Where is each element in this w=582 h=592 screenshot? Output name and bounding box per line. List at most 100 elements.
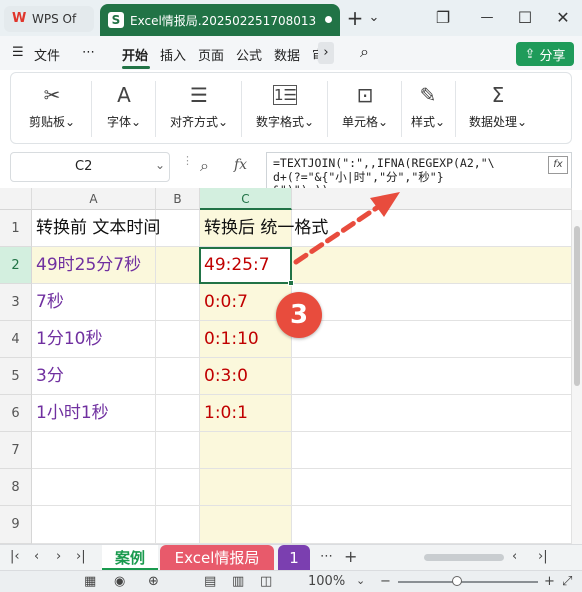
spreadsheet-grid[interactable]: A B C 1 2 3 4 5 6 7 8 9 转换前 文本时间 转换后 统一格… — [0, 188, 582, 544]
new-tab-button[interactable]: + — [344, 6, 366, 30]
next-sheet-icon[interactable]: › — [56, 549, 61, 564]
row-header-5[interactable]: 5 — [0, 358, 32, 395]
insert-function-button[interactable]: fx — [234, 157, 247, 173]
cell-d8[interactable] — [292, 469, 572, 506]
scroll-right-icon[interactable]: ›| — [538, 549, 548, 564]
prev-sheet-icon[interactable]: ‹ — [34, 549, 39, 564]
cell-d5[interactable] — [292, 358, 572, 395]
cell-b9[interactable] — [156, 506, 200, 544]
row-header-7[interactable]: 7 — [0, 432, 32, 469]
fullscreen-icon[interactable]: ⤢ — [562, 574, 572, 589]
tab-data[interactable]: 数据 — [274, 45, 300, 64]
vertical-scroll-thumb[interactable] — [574, 226, 580, 386]
fill-handle[interactable] — [288, 280, 294, 286]
zoom-out-button[interactable]: − — [380, 574, 391, 589]
minimize-button[interactable]: — — [476, 6, 498, 30]
name-box[interactable]: C2 ⌄ — [10, 152, 170, 182]
tab-insert[interactable]: 插入 — [160, 45, 186, 64]
cell-c8[interactable] — [200, 469, 292, 506]
sheet-tab-case[interactable]: 案例 — [102, 545, 158, 571]
cell-d3[interactable] — [292, 284, 572, 321]
menu-icon[interactable]: ☰ — [12, 45, 24, 63]
zoom-level[interactable]: 100% — [308, 574, 345, 589]
select-all-corner[interactable] — [0, 188, 32, 210]
function-wizard-icon[interactable]: fx — [548, 156, 568, 174]
cell-d7[interactable] — [292, 432, 572, 469]
close-window-button[interactable]: ✕ — [552, 6, 574, 30]
row-header-6[interactable]: 6 — [0, 395, 32, 432]
cell-b3[interactable] — [156, 284, 200, 321]
zoom-slider[interactable] — [398, 581, 538, 583]
row-header-1[interactable]: 1 — [0, 210, 32, 247]
ribbon-number-format[interactable]: 1☰ 数字格式⌄ — [245, 79, 325, 139]
cell-b5[interactable] — [156, 358, 200, 395]
first-sheet-icon[interactable]: |‹ — [10, 549, 20, 564]
row-header-9[interactable]: 9 — [0, 506, 32, 544]
cell-d2[interactable] — [292, 247, 572, 284]
ribbon-data-processing[interactable]: Σ 数据处理⌄ — [459, 79, 537, 139]
page-break-icon[interactable]: ◫ — [260, 574, 272, 589]
ribbon-font[interactable]: A 字体⌄ — [95, 79, 153, 139]
tab-formulas[interactable]: 公式 — [236, 45, 262, 64]
row-header-4[interactable]: 4 — [0, 321, 32, 358]
cell-a1[interactable]: 转换前 文本时间 — [32, 210, 160, 247]
row-header-2[interactable]: 2 — [0, 247, 32, 284]
cell-a9[interactable] — [32, 506, 156, 544]
zoom-search-icon[interactable]: ⌕ — [200, 156, 209, 176]
sheet-tab-1[interactable]: 1 — [278, 545, 310, 571]
column-header-b[interactable]: B — [156, 188, 200, 210]
menu-more[interactable]: ⋯ — [82, 45, 95, 63]
cell-a5[interactable]: 3分 — [32, 358, 156, 395]
cell-a3[interactable]: 7秒 — [32, 284, 156, 321]
column-header-a[interactable]: A — [32, 188, 156, 210]
cell-b6[interactable] — [156, 395, 200, 432]
cell-a8[interactable] — [32, 469, 156, 506]
cell-d4[interactable] — [292, 321, 572, 358]
cell-c6[interactable]: 1:0:1 — [200, 395, 292, 432]
zoom-in-button[interactable]: + — [544, 574, 555, 589]
add-sheet-button[interactable]: + — [344, 547, 357, 566]
cell-c5[interactable]: 0:3:0 — [200, 358, 292, 395]
ribbon-alignment[interactable]: ☰ 对齐方式⌄ — [159, 79, 239, 139]
chevron-down-icon[interactable]: ⌄ — [155, 158, 165, 172]
cell-a2[interactable]: 49时25分7秒 — [32, 247, 156, 284]
cell-d1[interactable] — [292, 210, 572, 247]
cell-a4[interactable]: 1分10秒 — [32, 321, 156, 358]
search-icon[interactable]: ⌕ — [360, 42, 369, 61]
cell-c9[interactable] — [200, 506, 292, 544]
tab-home[interactable]: 开始 — [122, 45, 148, 64]
cell-a6[interactable]: 1小时1秒 — [32, 395, 156, 432]
cell-d9[interactable] — [292, 506, 572, 544]
cell-c1[interactable]: 转换后 统一格式 — [200, 210, 328, 247]
tab-list-button[interactable]: ⌄ — [366, 6, 382, 30]
cell-c7[interactable] — [200, 432, 292, 469]
normal-view-icon[interactable]: ▤ — [204, 574, 216, 589]
horizontal-scrollbar[interactable] — [424, 554, 504, 561]
cell-b1[interactable] — [156, 210, 200, 247]
row-header-8[interactable]: 8 — [0, 469, 32, 506]
tab-wps-home[interactable]: W WPS Of — [4, 6, 94, 32]
cell-d6[interactable] — [292, 395, 572, 432]
menu-scroll-right-button[interactable]: › — [318, 42, 334, 64]
scroll-left-icon[interactable]: ‹ — [512, 549, 517, 564]
restore-window-button[interactable]: ❐ — [432, 6, 454, 30]
eye-protection-icon[interactable]: ◉ — [114, 574, 125, 589]
share-button[interactable]: ⇪ 分享 — [516, 42, 574, 66]
cell-a7[interactable] — [32, 432, 156, 469]
cell-b8[interactable] — [156, 469, 200, 506]
layout-icon[interactable]: ▦ — [84, 574, 96, 589]
row-header-3[interactable]: 3 — [0, 284, 32, 321]
zoom-dropdown-icon[interactable]: ⌄ — [356, 574, 365, 587]
sheet-tab-excel-info[interactable]: Excel情报局 — [160, 545, 274, 571]
menu-file[interactable]: 文件 — [34, 45, 60, 64]
ribbon-styles[interactable]: ✎ 样式⌄ — [403, 79, 453, 139]
cell-b4[interactable] — [156, 321, 200, 358]
sheet-more-button[interactable]: ⋯ — [320, 549, 333, 564]
cell-b7[interactable] — [156, 432, 200, 469]
tab-page[interactable]: 页面 — [198, 45, 224, 64]
last-sheet-icon[interactable]: ›| — [76, 549, 86, 564]
cell-b2[interactable] — [156, 247, 200, 284]
maximize-button[interactable]: ☐ — [514, 6, 536, 30]
page-layout-icon[interactable]: ▥ — [232, 574, 244, 589]
ribbon-clipboard[interactable]: ✂ 剪贴板⌄ — [17, 79, 87, 139]
